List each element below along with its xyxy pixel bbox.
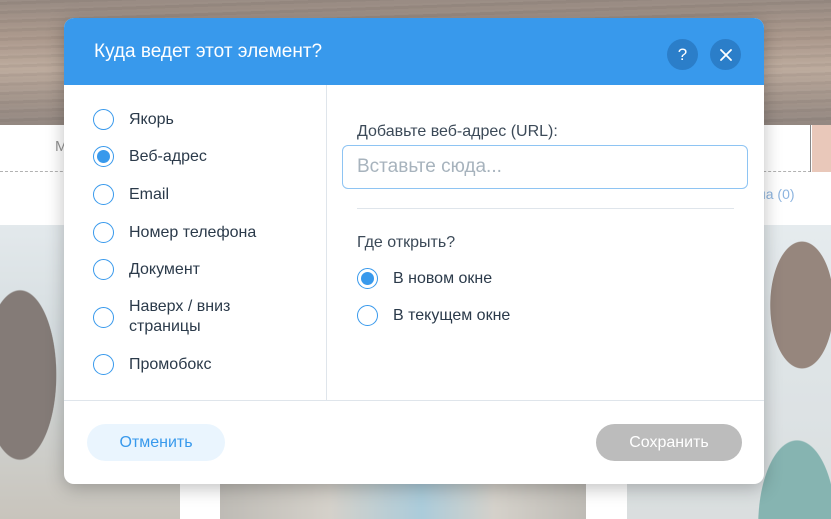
link-type-label: Документ <box>129 260 200 278</box>
cancel-button[interactable]: Отменить <box>87 424 225 461</box>
open-in-current-window[interactable]: В текущем окне <box>357 305 510 326</box>
radio-button[interactable] <box>93 109 114 130</box>
link-type-label: Номер телефона <box>129 223 257 241</box>
radio-button[interactable] <box>357 305 378 326</box>
link-type-label: Наверх / вниз страницы <box>129 298 231 335</box>
dialog-footer: Отменить Сохранить <box>64 400 764 484</box>
radio-button[interactable] <box>93 259 114 280</box>
link-settings-panel: Добавьте веб-адрес (URL): Где открыть? В… <box>327 85 764 400</box>
link-type-phone[interactable]: Номер телефона <box>93 222 256 243</box>
radio-button[interactable] <box>93 222 114 243</box>
link-type-label: Промобокс <box>129 355 212 373</box>
link-type-document[interactable]: Документ <box>93 259 200 280</box>
link-type-list: Якорь Веб-адрес Email Номер телефона Док… <box>64 85 327 400</box>
link-type-label: Якорь <box>129 110 174 128</box>
close-button[interactable] <box>710 39 741 70</box>
section-divider <box>357 208 734 209</box>
open-option-label: В текущем окне <box>393 306 511 324</box>
radio-button[interactable] <box>93 354 114 375</box>
link-type-web-address[interactable]: Веб-адрес <box>93 146 207 167</box>
radio-button-selected[interactable] <box>93 146 114 167</box>
link-type-label: Email <box>129 185 170 203</box>
url-input[interactable] <box>342 145 748 189</box>
open-in-new-window[interactable]: В новом окне <box>357 268 492 289</box>
link-type-promobox[interactable]: Промобокс <box>93 354 211 375</box>
link-type-email[interactable]: Email <box>93 184 169 205</box>
link-type-page-top-bottom[interactable]: Наверх / вниз страницы <box>93 297 259 337</box>
link-dialog: Куда ведет этот элемент? ? Якорь Веб-адр… <box>64 18 764 484</box>
url-field-label: Добавьте веб-адрес (URL): <box>357 123 558 140</box>
radio-button[interactable] <box>93 184 114 205</box>
link-type-label: Веб-адрес <box>129 147 207 165</box>
link-type-anchor[interactable]: Якорь <box>93 109 174 130</box>
radio-button-selected[interactable] <box>357 268 378 289</box>
open-option-label: В новом окне <box>393 269 493 287</box>
help-button[interactable]: ? <box>667 39 698 70</box>
help-icon: ? <box>677 44 688 64</box>
radio-button[interactable] <box>93 306 114 328</box>
open-in-label: Где открыть? <box>357 234 456 251</box>
dialog-header: Куда ведет этот элемент? ? <box>64 18 764 85</box>
close-icon <box>719 48 732 61</box>
save-button[interactable]: Сохранить <box>596 424 742 461</box>
dialog-title: Куда ведет этот элемент? <box>94 41 323 62</box>
